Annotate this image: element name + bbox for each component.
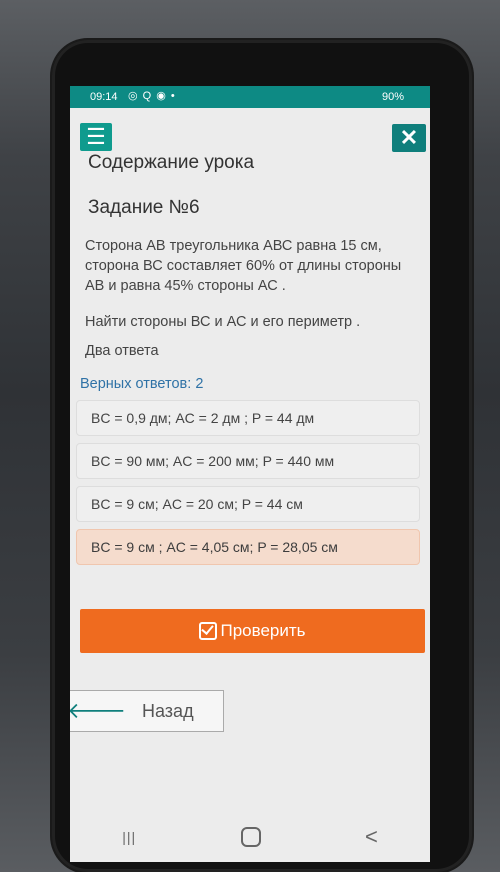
- answer-option-3[interactable]: BC = 9 см; AC = 20 см; P = 44 см: [76, 486, 420, 522]
- check-icon: [199, 622, 218, 640]
- menu-icon: ☰: [86, 124, 106, 149]
- menu-button[interactable]: ☰: [80, 123, 112, 151]
- status-icons: ◎ Q ◉ •: [128, 90, 176, 102]
- battery-indicator: 90%: [381, 91, 404, 103]
- android-nav-bar: ||| <: [70, 812, 430, 862]
- close-icon: ✕: [399, 125, 419, 150]
- back-nav-icon[interactable]: <: [365, 824, 378, 850]
- task-question: Найти стороны ВС и АС и его периметр .: [85, 314, 361, 330]
- screen: 09:14 ◎ Q ◉ • 90% ☰ ✕ Содержание урока З…: [70, 86, 430, 862]
- check-button-label: Проверить: [220, 621, 306, 640]
- correct-count-label: Верных ответов: 2: [80, 376, 204, 392]
- home-icon[interactable]: [240, 827, 261, 847]
- arrow-left-icon: 🡐: [70, 698, 126, 723]
- check-button[interactable]: Проверить: [80, 609, 425, 653]
- close-button[interactable]: ✕: [392, 124, 426, 152]
- task-text: Сторона АВ треугольника АВС равна 15 см,…: [85, 238, 402, 294]
- answer-count-note: Два ответа: [85, 343, 159, 359]
- lesson-title: Содержание урока: [88, 152, 255, 173]
- answer-option-1[interactable]: BC = 0,9 дм; AC = 2 дм ; P = 44 дм: [76, 400, 420, 436]
- task-title: Задание №6: [88, 197, 200, 218]
- recent-apps-icon[interactable]: |||: [122, 829, 136, 845]
- top-bar: ☰ ✕: [70, 108, 430, 152]
- status-time: 09:14: [90, 91, 118, 103]
- answer-option-4[interactable]: BC = 9 см ; AC = 4,05 см; P = 28,05 см: [76, 529, 420, 565]
- back-button[interactable]: 🡐 Назад: [70, 690, 224, 732]
- back-button-label: Назад: [142, 700, 194, 721]
- status-bar: 09:14 ◎ Q ◉ • 90%: [70, 86, 430, 108]
- answer-option-2[interactable]: BC = 90 мм; AC = 200 мм; P = 440 мм: [76, 443, 420, 479]
